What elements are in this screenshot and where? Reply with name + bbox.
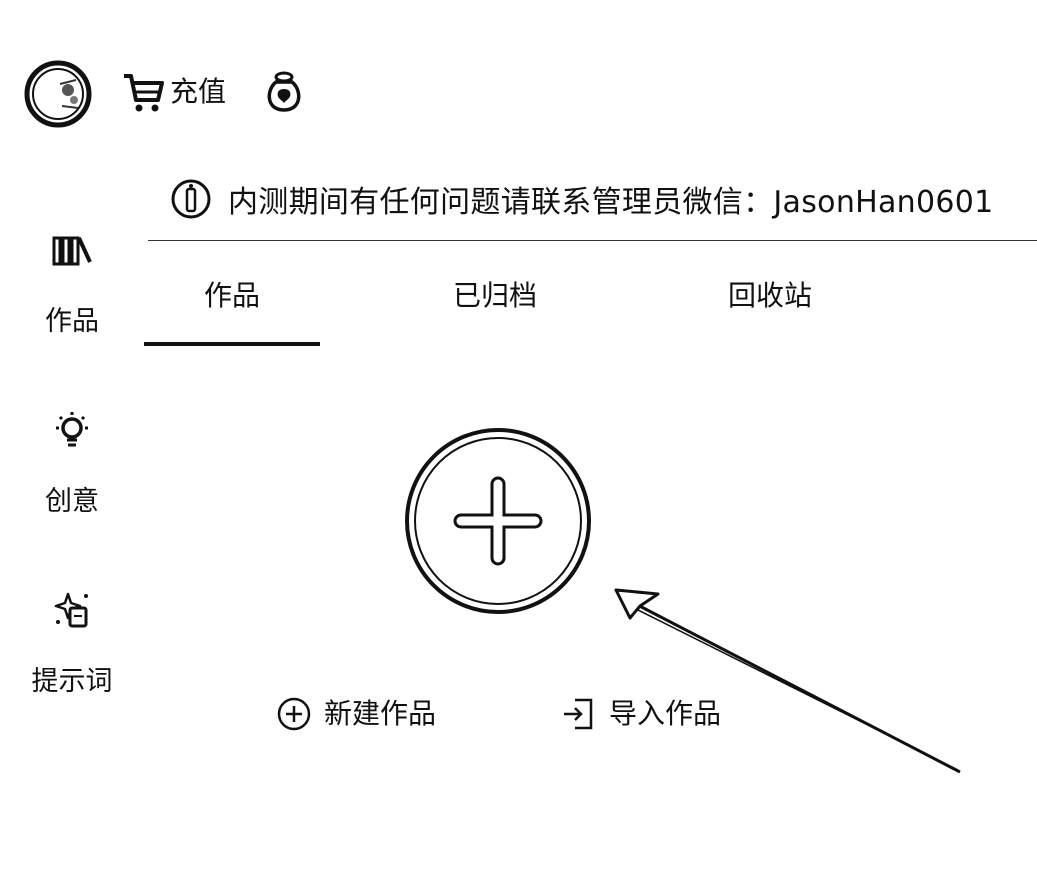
new-work-button[interactable]: 新建作品	[276, 694, 436, 734]
import-icon	[564, 698, 593, 730]
money-bag-icon[interactable]	[262, 70, 306, 114]
notice-banner: 内测期间有任何问题请联系管理员微信：JasonHan0601	[170, 176, 994, 222]
sidebar-item-prompts[interactable]: 提示词	[18, 586, 126, 695]
sidebar-item-label: 作品	[45, 306, 99, 337]
sparkle-note-icon	[54, 592, 88, 628]
tab-recycle-bin[interactable]: 回收站	[728, 274, 812, 318]
app-logo-icon	[24, 60, 92, 128]
big-add-button[interactable]	[403, 426, 593, 616]
sidebar-item-works[interactable]: 作品	[18, 226, 126, 335]
plus-circle-icon	[277, 697, 311, 731]
tab-archived[interactable]: 已归档	[453, 274, 537, 318]
lightbulb-icon	[56, 412, 88, 447]
recharge-label: 充值	[170, 75, 227, 108]
library-icon	[52, 236, 92, 266]
recharge-button[interactable]: 充值	[122, 70, 226, 114]
header-divider	[148, 240, 1037, 241]
sidebar-item-ideas[interactable]: 创意	[18, 406, 126, 515]
annotation-arrow	[614, 588, 961, 774]
sidebar-item-label: 创意	[45, 486, 99, 517]
cart-icon	[124, 74, 164, 112]
sidebar-item-label: 提示词	[31, 666, 113, 697]
new-work-label: 新建作品	[324, 697, 437, 730]
tab-works[interactable]: 作品	[204, 274, 260, 318]
info-icon	[171, 179, 211, 219]
notice-text: 内测期间有任何问题请联系管理员微信：JasonHan0601	[228, 185, 994, 220]
active-tab-indicator	[144, 342, 320, 346]
